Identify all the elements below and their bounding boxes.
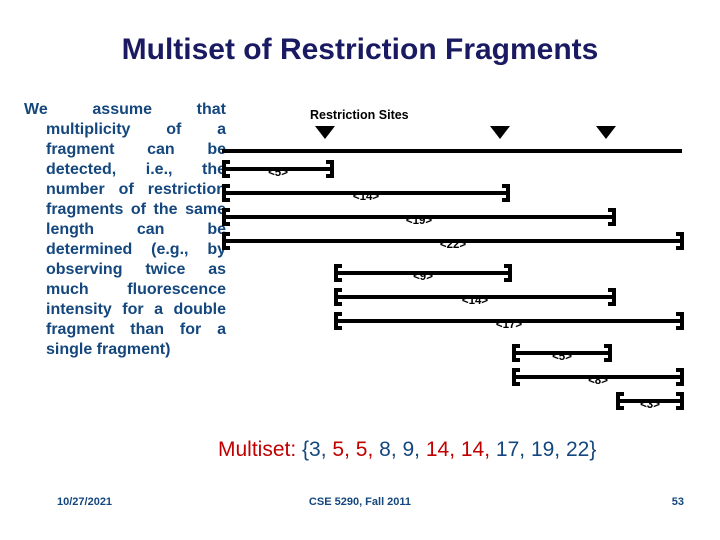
fragment-bar-stem (516, 375, 680, 379)
fragment-bar-stem (226, 239, 680, 243)
fragment-bar: <3> (616, 392, 684, 411)
fragment-bar: <9> (334, 264, 512, 283)
fragment-bar: <14> (334, 288, 616, 307)
body-paragraph-first-word: We (24, 101, 48, 118)
fragment-bar: <8> (512, 368, 684, 387)
fragment-length-label: <3> (640, 399, 660, 411)
fragment-bar: <17> (334, 312, 684, 331)
fragment-bracket-right-icon (502, 184, 510, 202)
multiset-value: 9 (402, 438, 415, 461)
fragment-length-label: <8> (588, 375, 608, 387)
fragment-bracket-right-icon (676, 368, 684, 386)
fragment-bracket-right-icon (326, 160, 334, 178)
multiset-separator: , (344, 438, 356, 461)
fragment-length-label: <5> (268, 167, 288, 179)
multiset-value: 5 (355, 438, 368, 461)
fragment-length-label: <17> (495, 319, 523, 331)
fragment-length-label: <19> (405, 215, 433, 227)
multiset-value: 14 (460, 438, 485, 461)
fragment-bar-stem (338, 319, 680, 323)
multiset-value: 5 (332, 438, 345, 461)
multiset-separator: , (320, 438, 333, 461)
fragment-bracket-right-icon (608, 288, 616, 306)
fragment-bar: <5> (512, 344, 612, 363)
multiset-separator: , (484, 438, 496, 461)
fragment-bar: <19> (222, 208, 616, 227)
multiset-separator: , (414, 438, 426, 461)
fragment-bracket-left-icon (512, 368, 520, 386)
multiset-separator: , (367, 438, 380, 461)
fragment-bracket-right-icon (676, 392, 684, 410)
fragment-bar-stem (516, 351, 608, 355)
multiset-close-brace: } (589, 438, 597, 461)
multiset-value: 22 (565, 438, 590, 461)
fragment-bracket-left-icon (334, 288, 342, 306)
multiset-value: 8 (379, 438, 391, 461)
multiset-separator: , (390, 438, 403, 461)
footer-page-number: 53 (671, 496, 684, 508)
fragment-bracket-left-icon (334, 312, 342, 330)
fragment-length-label: <5> (552, 351, 572, 363)
fragment-bar-stem (338, 271, 508, 275)
genome-line (222, 149, 682, 153)
fragment-bar-stem (620, 399, 680, 403)
multiset-open-brace: { (302, 438, 310, 461)
fragment-bar: <22> (222, 232, 684, 251)
restriction-site-triangle-icon (596, 126, 616, 139)
fragment-bracket-left-icon (616, 392, 624, 410)
fragment-bar-stem (226, 191, 506, 195)
fragment-length-label: <14> (352, 191, 380, 203)
multiset-value: 3 (309, 438, 321, 461)
multiset-value: 14 (425, 438, 450, 461)
fragment-bracket-right-icon (604, 344, 612, 362)
fragment-bar: <5> (222, 160, 334, 179)
fragment-length-label: <14> (461, 295, 489, 307)
fragment-bracket-left-icon (334, 264, 342, 282)
fragment-bracket-left-icon (512, 344, 520, 362)
multiset-label: Multiset: (218, 438, 303, 461)
fragment-bar-stem (338, 295, 612, 299)
fragment-bar-stem (226, 167, 330, 171)
body-paragraph: We assume that multiplicity of a fragmen… (24, 100, 226, 360)
multiset-separator: , (449, 438, 461, 461)
fragment-bracket-right-icon (608, 208, 616, 226)
fragment-length-label: <22> (439, 239, 467, 251)
fragment-bracket-right-icon (676, 232, 684, 250)
fragment-bracket-right-icon (504, 264, 512, 282)
fragment-length-label: <9> (413, 271, 433, 283)
multiset-value: 17 (495, 438, 520, 461)
multiset-value: 19 (530, 438, 555, 461)
restriction-sites-label: Restriction Sites (310, 108, 409, 122)
restriction-site-triangle-icon (490, 126, 510, 139)
fragment-bar: <14> (222, 184, 510, 203)
multiset-separator: , (519, 438, 531, 461)
fragment-bracket-right-icon (676, 312, 684, 330)
page-title: Multiset of Restriction Fragments (121, 33, 599, 66)
body-paragraph-text: assume that multiplicity of a fragment c… (46, 101, 226, 358)
multiset-separator: , (554, 438, 566, 461)
multiset-result: Multiset: {3, 5, 5, 8, 9, 14, 14, 17, 19… (218, 438, 596, 462)
restriction-site-triangle-icon (315, 126, 335, 139)
fragment-bar-stem (226, 215, 612, 219)
